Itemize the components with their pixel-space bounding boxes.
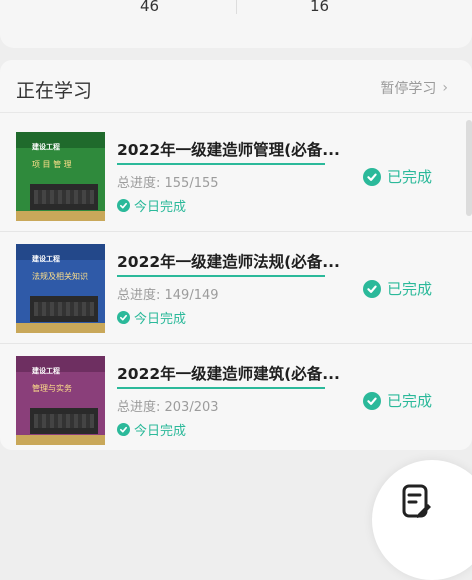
chevron-right-icon: ›: [442, 80, 448, 96]
cover-band: [16, 244, 105, 260]
today-complete-label: 今日完成: [134, 424, 187, 439]
course-cover-image[interactable]: 建设工程 法规及相关知识: [16, 244, 105, 333]
learning-card: 正在学习 暂停学习 › 建设工程 项 目 管 理 2022年一级建造师管理(必备…: [0, 60, 472, 450]
cover-subtitle: 项 目 管 理: [32, 160, 72, 169]
check-circle-icon: [363, 391, 381, 410]
cover-photo: [30, 408, 98, 434]
cover-brand: 建设工程: [32, 367, 60, 375]
check-circle-icon: [363, 167, 381, 186]
status-label: 已完成: [387, 392, 433, 410]
status-label: 已完成: [387, 168, 433, 186]
course-item[interactable]: 建设工程 项 目 管 理 2022年一级建造师管理(必备... 总进度: 155…: [0, 120, 472, 232]
progress-text: 总进度: 149/149: [117, 288, 219, 303]
course-item[interactable]: 建设工程 管理与实务 2022年一级建造师建筑(必备... 总进度: 203/2…: [0, 344, 472, 456]
cover-bottom-band: [16, 435, 105, 445]
cover-band: [16, 132, 105, 148]
cover-brand: 建设工程: [32, 255, 60, 263]
cover-photo: [30, 184, 98, 210]
progress-bar: [117, 163, 325, 165]
course-title[interactable]: 2022年一级建造师法规(必备...: [117, 250, 347, 272]
edit-note-button[interactable]: [372, 460, 472, 580]
pause-learning-link[interactable]: 暂停学习 ›: [380, 78, 448, 98]
stats-divider: [236, 0, 237, 14]
progress-bar: [117, 275, 325, 277]
check-circle-icon: [117, 199, 130, 212]
today-complete: 今日完成: [117, 420, 186, 439]
course-title[interactable]: 2022年一级建造师建筑(必备...: [117, 362, 347, 384]
stat-right-value: 16: [310, 0, 330, 15]
status-label: 已完成: [387, 280, 433, 298]
course-cover-image[interactable]: 建设工程 项 目 管 理: [16, 132, 105, 221]
check-circle-icon: [363, 279, 381, 298]
status-badge: 已完成: [363, 390, 432, 411]
status-badge: 已完成: [363, 166, 432, 187]
cover-photo: [30, 296, 98, 322]
progress-text: 总进度: 155/155: [117, 176, 219, 191]
today-complete-label: 今日完成: [134, 312, 187, 327]
stat-left-value: 46: [140, 0, 160, 15]
divider: [0, 112, 472, 113]
course-cover-image[interactable]: 建设工程 管理与实务: [16, 356, 105, 445]
scrollbar[interactable]: [466, 120, 472, 216]
stats-card: 46 16: [0, 0, 472, 48]
cover-subtitle: 法规及相关知识: [32, 272, 88, 281]
edit-note-icon: [402, 484, 431, 518]
today-complete-label: 今日完成: [134, 200, 187, 215]
section-header: 正在学习 暂停学习 ›: [0, 60, 472, 112]
today-complete: 今日完成: [117, 308, 186, 327]
check-circle-icon: [117, 311, 130, 324]
cover-band: [16, 356, 105, 372]
status-badge: 已完成: [363, 278, 432, 299]
progress-bar: [117, 387, 325, 389]
progress-text: 总进度: 203/203: [117, 400, 219, 415]
cover-subtitle: 管理与实务: [32, 384, 72, 393]
course-item[interactable]: 建设工程 法规及相关知识 2022年一级建造师法规(必备... 总进度: 149…: [0, 232, 472, 344]
check-circle-icon: [117, 423, 130, 436]
cover-bottom-band: [16, 323, 105, 333]
cover-bottom-band: [16, 211, 105, 221]
course-title[interactable]: 2022年一级建造师管理(必备...: [117, 138, 347, 160]
today-complete: 今日完成: [117, 196, 186, 215]
section-title: 正在学习: [16, 80, 93, 102]
pause-learning-label: 暂停学习: [380, 81, 437, 97]
cover-brand: 建设工程: [32, 143, 60, 151]
